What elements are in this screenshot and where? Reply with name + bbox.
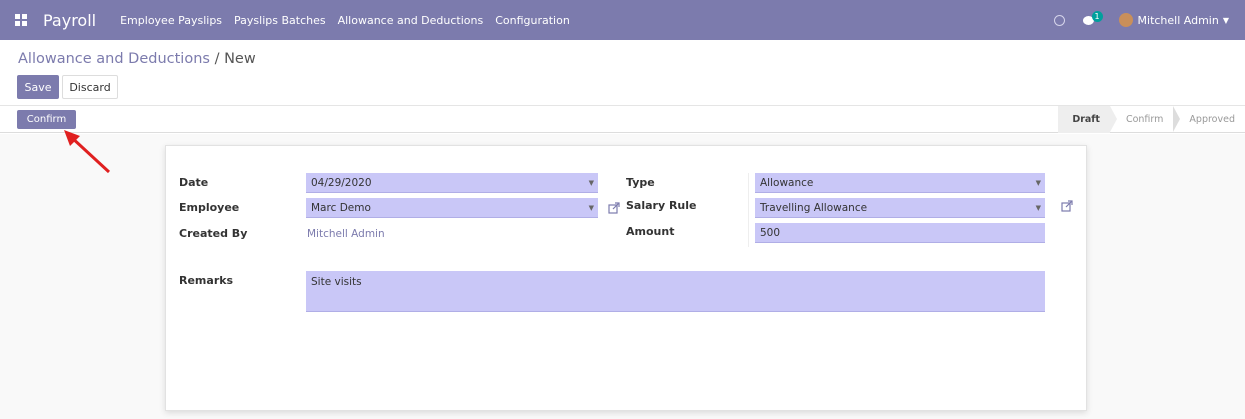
save-button[interactable]: Save [17,75,59,99]
activity-clock-icon[interactable] [1053,14,1065,26]
user-avatar[interactable] [1118,13,1133,27]
user-caret-icon[interactable]: ▼ [1223,16,1229,25]
chevron-down-icon: ▼ [1035,204,1041,212]
breadcrumb-current: New [224,51,256,67]
menu-employee-payslips[interactable]: Employee Payslips [120,14,222,27]
menu-configuration[interactable]: Configuration [495,14,570,27]
external-link-icon[interactable] [608,202,620,214]
stage-approved[interactable]: Approved [1173,106,1245,133]
chevron-down-icon: ▼ [588,179,594,187]
employee-label: Employee [179,201,240,214]
annotation-arrow-icon [64,130,111,174]
date-label: Date [179,176,209,189]
confirm-button[interactable]: Confirm [17,110,76,129]
apps-menu-icon[interactable] [15,13,29,27]
discard-button[interactable]: Discard [62,75,118,99]
column-separator [748,173,749,247]
breadcrumb-parent[interactable]: Allowance and Deductions [18,51,210,67]
breadcrumb-separator: / [209,51,225,67]
chevron-down-icon: ▼ [588,204,594,212]
status-bar: Confirm Draft Confirm Approved [0,106,1245,133]
chat-count-badge: 1 [1091,11,1103,22]
remarks-label: Remarks [179,274,234,287]
stage-draft[interactable]: Draft [1058,106,1117,133]
amount-label: Amount [626,225,675,238]
type-select[interactable]: Allowance ▼ [755,173,1045,193]
stage-confirm[interactable]: Confirm [1110,106,1181,133]
external-link-icon[interactable] [1061,200,1073,212]
created-by-value[interactable]: Mitchell Admin [307,228,385,240]
breadcrumb: Allowance and Deductions / New [18,51,256,67]
remarks-textarea[interactable]: Site visits [306,271,1045,312]
user-menu[interactable]: Mitchell Admin [1138,14,1219,27]
date-field[interactable]: 04/29/2020 ▼ [306,173,598,193]
employee-field[interactable]: Marc Demo ▼ [306,198,598,218]
chat-icon[interactable]: 1 [1082,11,1103,25]
menu-payslips-batches[interactable]: Payslips Batches [234,14,326,27]
type-label: Type [626,176,655,189]
top-navbar: Payroll Employee Payslips Payslips Batch… [0,0,1245,40]
menu-allowance-deductions[interactable]: Allowance and Deductions [338,14,484,27]
salary-rule-label: Salary Rule [626,199,697,212]
chevron-down-icon: ▼ [1035,179,1041,187]
salary-rule-field[interactable]: Travelling Allowance ▼ [755,198,1045,218]
app-brand[interactable]: Payroll [43,11,96,30]
stage-pipeline: Draft Confirm Approved [1058,106,1245,133]
amount-input[interactable]: 500 [755,223,1045,243]
created-by-label: Created By [179,227,248,240]
